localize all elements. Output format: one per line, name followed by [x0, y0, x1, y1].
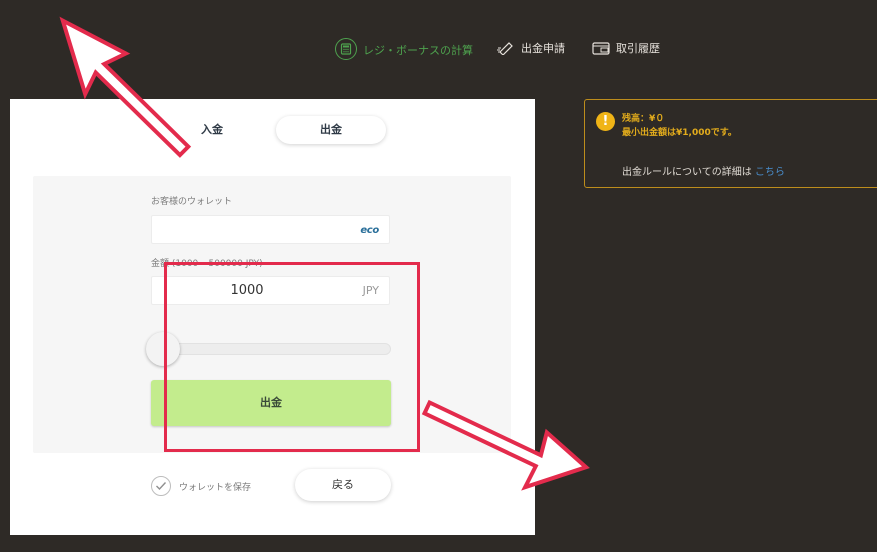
nav-bonus-calculator[interactable]: レジ・ボーナスの計算: [335, 38, 473, 60]
pen-icon: [497, 41, 515, 55]
nav-bonus-calculator-label: レジ・ボーナスの計算: [363, 44, 473, 57]
withdraw-panel: 入金 出金 お客様のウォレット eco 金額 (1000 – 500000 JP…: [10, 99, 535, 535]
highlight-box: [164, 262, 420, 452]
top-nav: レジ・ボーナスの計算 出金申請 取引履歴: [0, 36, 877, 66]
tab-deposit[interactable]: 入金: [190, 116, 234, 144]
ecopayz-logo: eco: [360, 225, 379, 236]
nav-transaction-history-label: 取引履歴: [616, 42, 660, 55]
wallet-label: お客様のウォレット: [151, 197, 233, 207]
withdraw-info-box: ! 残高：¥０ 最小出金額は¥1,000です。 出金ルールについての詳細は こち…: [584, 99, 877, 188]
calculator-icon: [335, 38, 357, 60]
tab-withdraw[interactable]: 出金: [276, 116, 386, 144]
back-button[interactable]: 戻る: [295, 469, 391, 501]
min-withdraw-text: 最小出金額は¥1,000です。: [622, 128, 737, 138]
withdraw-rule-label: 出金ルールについての詳細は: [622, 167, 752, 178]
nav-transaction-history[interactable]: 取引履歴: [592, 40, 660, 56]
save-wallet-label: ウォレットを保存: [179, 483, 252, 493]
balance-text: 残高：¥０: [622, 114, 665, 124]
wallet-icon: [592, 41, 610, 55]
nav-withdraw-request-label: 出金申請: [521, 42, 565, 55]
withdraw-rule-link[interactable]: こちら: [755, 167, 785, 178]
save-wallet-checkbox[interactable]: [151, 476, 171, 496]
withdraw-form: お客様のウォレット eco 金額 (1000 – 500000 JPY) 100…: [33, 176, 511, 453]
warning-icon: !: [596, 112, 615, 131]
withdraw-rule-text: 出金ルールについての詳細は こちら: [622, 163, 785, 178]
wallet-select[interactable]: eco: [151, 215, 390, 244]
check-icon: [156, 482, 167, 491]
nav-withdraw-request[interactable]: 出金申請: [497, 40, 565, 56]
